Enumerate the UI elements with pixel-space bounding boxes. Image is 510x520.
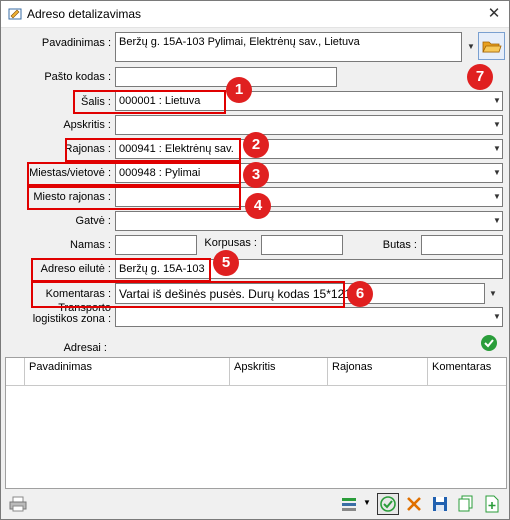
transporto-zona-field[interactable] [115,307,503,327]
save-icon[interactable] [431,495,449,513]
confirm-check-icon [380,496,396,512]
gatve-dropdown-icon[interactable]: ▼ [491,211,503,231]
komentaras-dropdown-icon[interactable]: ▼ [487,284,499,304]
apskritis-dropdown-icon[interactable]: ▼ [491,115,503,135]
annotation-box-salis [73,90,226,114]
butas-label: Butas : [382,239,417,251]
gatve-field[interactable] [115,211,503,231]
new-icon[interactable] [483,495,501,513]
layout-icon[interactable] [341,495,359,513]
pavadinimas-field[interactable]: Beržų g. 15A-103 Pylimai, Elektrėnų sav.… [115,32,462,62]
butas-field[interactable] [421,235,503,255]
miesto-rajonas-dropdown-icon[interactable]: ▼ [491,187,503,207]
annotation-box-adreso-eilute [31,258,211,282]
badge-1: 1 [226,77,252,103]
grid-col-apskritis[interactable]: Apskritis [229,358,327,386]
apskritis-field[interactable] [115,115,503,135]
confirm-button[interactable] [377,493,399,515]
close-icon[interactable]: ✕ [479,1,509,28]
apskritis-label: Apskritis : [63,119,111,131]
badge-6: 6 [347,281,373,307]
app-icon [8,8,22,20]
refresh-check-icon[interactable] [480,334,498,352]
pavadinimas-label: Pavadinimas : [41,37,111,49]
badge-5: 5 [213,250,239,276]
annotation-box-komentaras [31,281,345,308]
korpusas-field[interactable] [261,235,343,255]
annotation-box-miestas [27,162,241,186]
address-details-window: Adreso detalizavimas ✕ Pavadinimas : Ber… [0,0,510,520]
badge-2: 2 [243,132,269,158]
grid-col-komentaras[interactable]: Komentaras [427,358,506,386]
namas-field[interactable] [115,235,197,255]
grid-col-rajonas[interactable]: Rajonas [327,358,427,386]
titlebar: Adreso detalizavimas ✕ [1,1,509,28]
badge-4: 4 [245,193,271,219]
annotation-box-miesto-rajonas [27,186,241,210]
print-icon[interactable] [9,495,27,513]
adresai-label: Adresai : [63,342,107,354]
grid-header: Pavadinimas Apskritis Rajonas Komentaras [6,358,506,386]
folder-open-button[interactable] [478,32,505,60]
pavadinimas-dropdown-icon[interactable]: ▼ [465,37,477,57]
addresses-grid[interactable]: Pavadinimas Apskritis Rajonas Komentaras [5,357,507,489]
badge-7: 7 [467,64,493,90]
miestas-dropdown-icon[interactable]: ▼ [491,163,503,183]
transporto-zona-dropdown-icon[interactable]: ▼ [491,307,503,327]
gatve-label: Gatvė : [75,215,111,227]
rajonas-dropdown-icon[interactable]: ▼ [491,139,503,159]
copy-icon[interactable] [457,495,475,513]
badge-3: 3 [243,162,269,188]
pasto-kodas-label: Pašto kodas : [44,71,111,83]
annotation-box-rajonas [65,138,241,162]
transporto-zona-label-line2: logistikos zona : [32,313,111,325]
cancel-x-icon[interactable] [405,495,423,513]
korpusas-label: Korpusas : [204,237,257,249]
window-title: Adreso detalizavimas [27,7,142,21]
folder-open-icon [482,41,502,53]
namas-label: Namas : [70,239,111,251]
salis-dropdown-icon[interactable]: ▼ [491,91,503,111]
layout-dropdown-icon[interactable]: ▼ [363,498,371,507]
grid-col-pavadinimas[interactable]: Pavadinimas [24,358,229,386]
